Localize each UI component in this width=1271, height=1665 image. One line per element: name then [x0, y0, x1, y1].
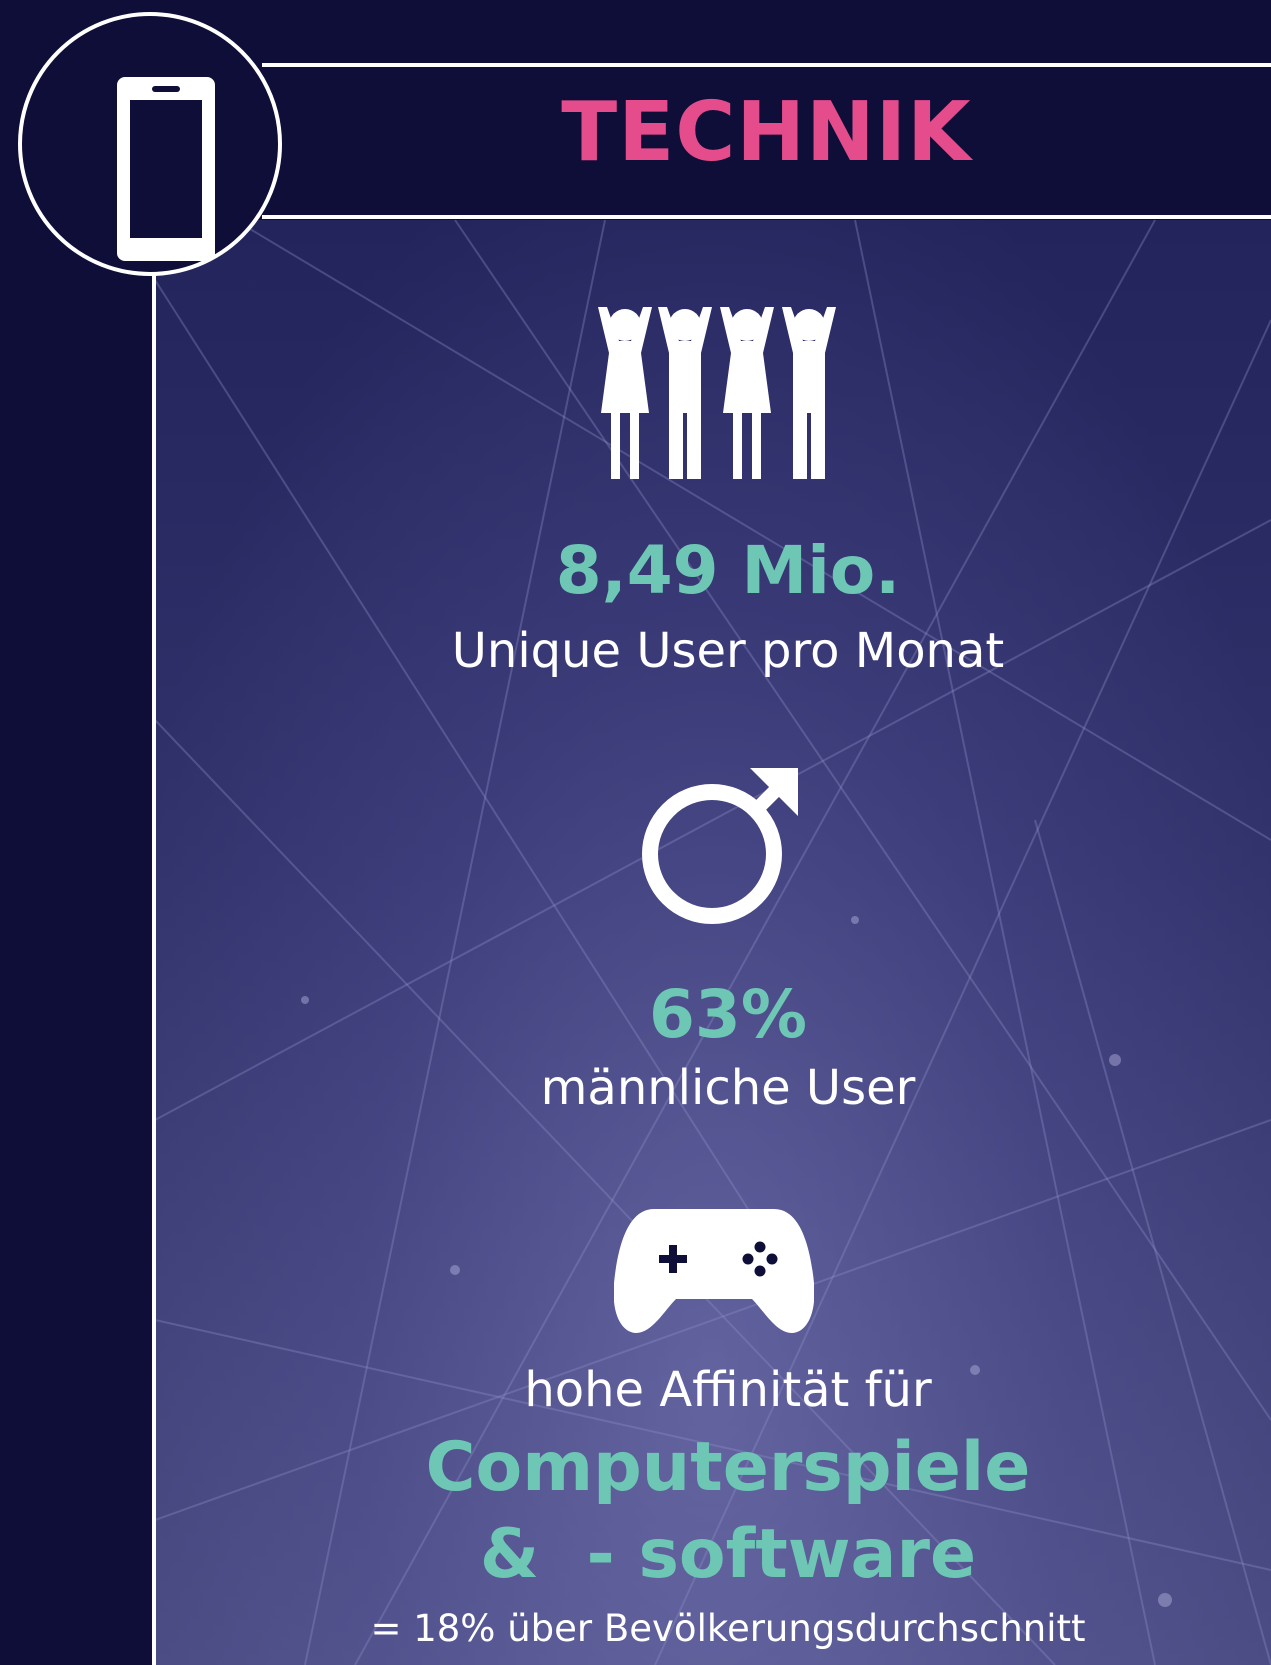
male-share-label: männliche User	[540, 1060, 916, 1116]
male-share-value: 63%	[649, 976, 807, 1053]
vertical-rule	[152, 270, 156, 1665]
male-symbol-icon	[642, 768, 798, 924]
affinity-intro: hohe Affinität für	[524, 1362, 932, 1418]
affinity-footnote: = 18% über Bevölkerungsdurchschnitt	[370, 1607, 1086, 1650]
header-top-rule	[262, 63, 1271, 67]
user-count-label: Unique User pro Monat	[451, 623, 1005, 679]
affinity-highlight-line2: & - software	[479, 1515, 977, 1594]
page-title: TECHNIK	[561, 85, 972, 180]
people-group-icon	[598, 307, 836, 479]
header-bottom-rule	[262, 215, 1271, 219]
affinity-highlight-line1: Computerspiele	[425, 1428, 1031, 1507]
gamepad-icon	[614, 1209, 814, 1333]
header-icon-circle	[18, 12, 282, 276]
user-count-value: 8,49 Mio.	[555, 532, 901, 609]
smartphone-icon	[117, 77, 215, 261]
